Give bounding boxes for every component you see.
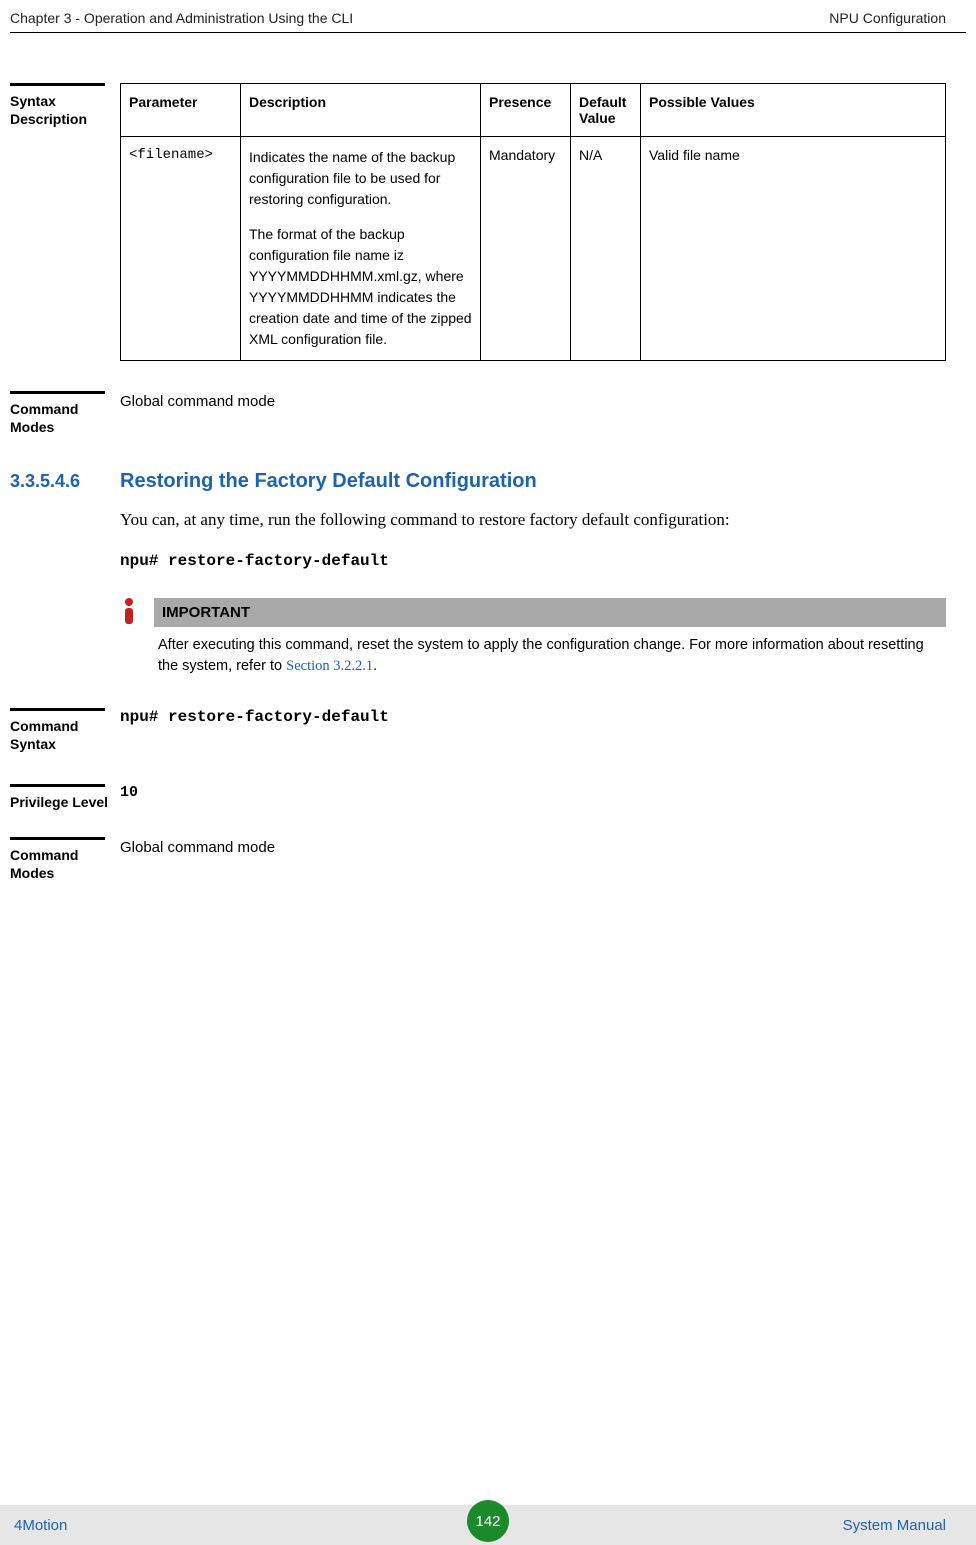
col-presence: Presence	[481, 84, 571, 137]
cell-description: Indicates the name of the backup configu…	[241, 137, 481, 361]
section-rule	[10, 391, 105, 394]
desc-p1: Indicates the name of the backup configu…	[249, 147, 472, 210]
section-paragraph: You can, at any time, run the following …	[120, 507, 946, 533]
section-rule	[10, 784, 105, 787]
col-parameter: Parameter	[121, 84, 241, 137]
privilege-level-label: Privilege Level	[10, 793, 114, 811]
privilege-level-value: 10	[120, 784, 946, 801]
command-modes-value-2: Global command mode	[120, 837, 946, 856]
section-rule	[10, 83, 105, 86]
cell-parameter: <filename>	[121, 137, 241, 361]
section-number: 3.3.5.4.6	[10, 471, 120, 492]
desc-p2: The format of the backup configuration f…	[249, 224, 472, 350]
command-modes-label-2: Command Modes	[10, 846, 114, 882]
command-modes-label: Command Modes	[10, 400, 114, 436]
col-description: Description	[241, 84, 481, 137]
important-label: IMPORTANT	[154, 598, 946, 627]
syntax-description-table: Parameter Description Presence Default V…	[120, 83, 946, 361]
command-syntax-label: Command Syntax	[10, 717, 114, 753]
table-row: <filename> Indicates the name of the bac…	[121, 137, 946, 361]
section-rule	[10, 708, 105, 711]
cell-presence: Mandatory	[481, 137, 571, 361]
footer-right: System Manual	[843, 1517, 946, 1534]
command-modes-value: Global command mode	[120, 391, 946, 410]
col-default-value: Default Value	[571, 84, 641, 137]
important-text: After executing this command, reset the …	[154, 627, 946, 679]
col-possible-values: Possible Values	[641, 84, 946, 137]
header-left: Chapter 3 - Operation and Administration…	[10, 10, 353, 26]
important-text-before: After executing this command, reset the …	[158, 637, 924, 675]
page-number: 142	[475, 1513, 500, 1530]
section-title: Restoring the Factory Default Configurat…	[120, 470, 537, 493]
footer-left: 4Motion	[14, 1517, 67, 1534]
important-link[interactable]: Section 3.2.2.1	[286, 658, 373, 674]
cell-possible-values: Valid file name	[641, 137, 946, 361]
syntax-description-label: Syntax Description	[10, 92, 114, 128]
important-text-after: .	[373, 658, 377, 674]
important-box: IMPORTANT After executing this command, …	[120, 598, 946, 679]
footer: 4Motion 142 System Manual	[0, 1505, 976, 1545]
page-number-pill: 142	[467, 1500, 509, 1542]
section-rule	[10, 837, 105, 840]
command-syntax-value: npu# restore-factory-default	[120, 708, 946, 726]
section-command: npu# restore-factory-default	[120, 552, 946, 570]
cell-default-value: N/A	[571, 137, 641, 361]
important-icon	[120, 598, 154, 631]
table-header-row: Parameter Description Presence Default V…	[121, 84, 946, 137]
header-right: NPU Configuration	[829, 10, 946, 26]
